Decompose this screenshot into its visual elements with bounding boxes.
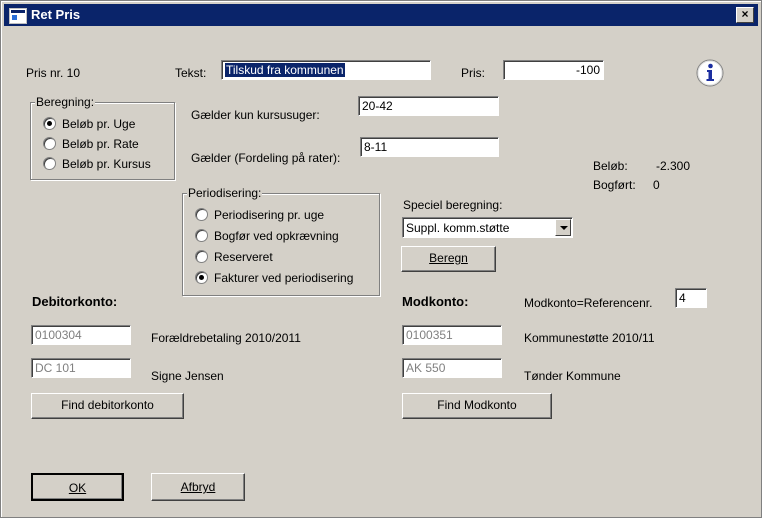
radio-label: Reserveret	[214, 250, 273, 264]
beloeb-label: Beløb:	[593, 159, 628, 173]
periodisering-legend: Periodisering:	[187, 186, 263, 200]
rater-input[interactable]: 8-11	[360, 137, 499, 157]
beregn-button[interactable]: Beregn	[401, 246, 496, 272]
find-debitorkonto-button[interactable]: Find debitorkonto	[31, 393, 184, 419]
ok-button-label: OK	[68, 481, 87, 495]
title-bar[interactable]: Ret Pris ×	[4, 4, 758, 26]
dialog-window: Ret Pris × Pris nr. 10 Tekst: Tilskud fr…	[0, 0, 762, 518]
modkonto-ref-label: Modkonto=Referencenr.	[524, 296, 653, 310]
find-debitorkonto-label: Find debitorkonto	[61, 398, 154, 412]
window-app-icon	[9, 8, 27, 24]
close-button[interactable]: ×	[736, 7, 754, 23]
debitor-konto-field[interactable]: 0100304	[31, 325, 131, 345]
debitor-konto-text: Forældrebetaling 2010/2011	[151, 331, 301, 345]
modkonto-text: Kommunestøtte 2010/11	[524, 331, 655, 345]
radio-beloeb-uge[interactable]: Beløb pr. Uge	[43, 117, 135, 131]
modkonto-heading: Modkonto:	[402, 294, 469, 309]
bogfoert-value: 0	[653, 178, 660, 192]
radio-beloeb-rate[interactable]: Beløb pr. Rate	[43, 137, 139, 151]
modkonto-field[interactable]: 0100351	[402, 325, 502, 345]
tekst-input-value: Tilskud fra kommunen	[225, 63, 345, 77]
radio-fakturer-periodisering[interactable]: Fakturer ved periodisering	[195, 271, 353, 285]
modkonto-ref-input[interactable]: 4	[675, 288, 707, 308]
kursusuger-label: Gælder kun kursusuger:	[191, 108, 320, 122]
beregning-legend: Beregning:	[35, 95, 96, 109]
find-modkonto-label: Find Modkonto	[437, 398, 517, 412]
rater-label: Gælder (Fordeling på rater):	[191, 151, 341, 165]
bogfoert-label: Bogført:	[593, 178, 636, 192]
radio-label: Beløb pr. Kursus	[62, 157, 151, 171]
radio-bogfoer-opkraevning[interactable]: Bogfør ved opkrævning	[195, 229, 339, 243]
radio-label: Periodisering pr. uge	[214, 208, 325, 222]
speciel-label: Speciel beregning:	[403, 198, 503, 212]
pris-label: Pris:	[461, 66, 485, 80]
beloeb-value: -2.300	[656, 159, 691, 173]
radio-dot	[43, 157, 56, 170]
find-modkonto-button[interactable]: Find Modkonto	[402, 393, 552, 419]
radio-reserveret[interactable]: Reserveret	[195, 250, 273, 264]
ok-button[interactable]: OK	[31, 473, 124, 501]
radio-label: Beløb pr. Rate	[62, 137, 139, 151]
radio-label: Fakturer ved periodisering	[214, 271, 354, 285]
radio-dot	[43, 137, 56, 150]
speciel-dropdown[interactable]: Suppl. komm.støtte	[402, 217, 573, 238]
pris-nr-label: Pris nr. 10	[26, 66, 81, 80]
afbryd-button[interactable]: Afbryd	[151, 473, 245, 501]
debitor-heading: Debitorkonto:	[32, 294, 118, 309]
kursusuger-input[interactable]: 20-42	[358, 96, 499, 116]
radio-beloeb-kursus[interactable]: Beløb pr. Kursus	[43, 157, 151, 171]
tekst-input[interactable]: Tilskud fra kommunen	[221, 60, 431, 80]
tekst-label: Tekst:	[175, 66, 207, 80]
modkonto-second-field[interactable]: AK 550	[402, 358, 502, 378]
afbryd-button-label: Afbryd	[180, 480, 216, 494]
pris-input[interactable]: -100	[503, 60, 604, 80]
modkonto-second-text: Tønder Kommune	[524, 369, 621, 383]
radio-periodisering-uge[interactable]: Periodisering pr. uge	[195, 208, 324, 222]
radio-label: Beløb pr. Uge	[62, 117, 136, 131]
chevron-down-icon[interactable]	[555, 219, 571, 236]
speciel-dropdown-value: Suppl. komm.støtte	[406, 221, 510, 235]
radio-dot	[195, 208, 208, 221]
window-title: Ret Pris	[31, 7, 81, 22]
radio-dot	[195, 229, 208, 242]
radio-dot	[43, 117, 56, 130]
beregn-button-label: Beregn	[429, 251, 468, 265]
radio-dot	[195, 271, 208, 284]
radio-dot	[195, 250, 208, 263]
radio-label: Bogfør ved opkrævning	[214, 229, 339, 243]
debitor-name-text: Signe Jensen	[151, 369, 224, 383]
debitor-field[interactable]: DC 101	[31, 358, 131, 378]
info-icon[interactable]	[695, 58, 725, 88]
